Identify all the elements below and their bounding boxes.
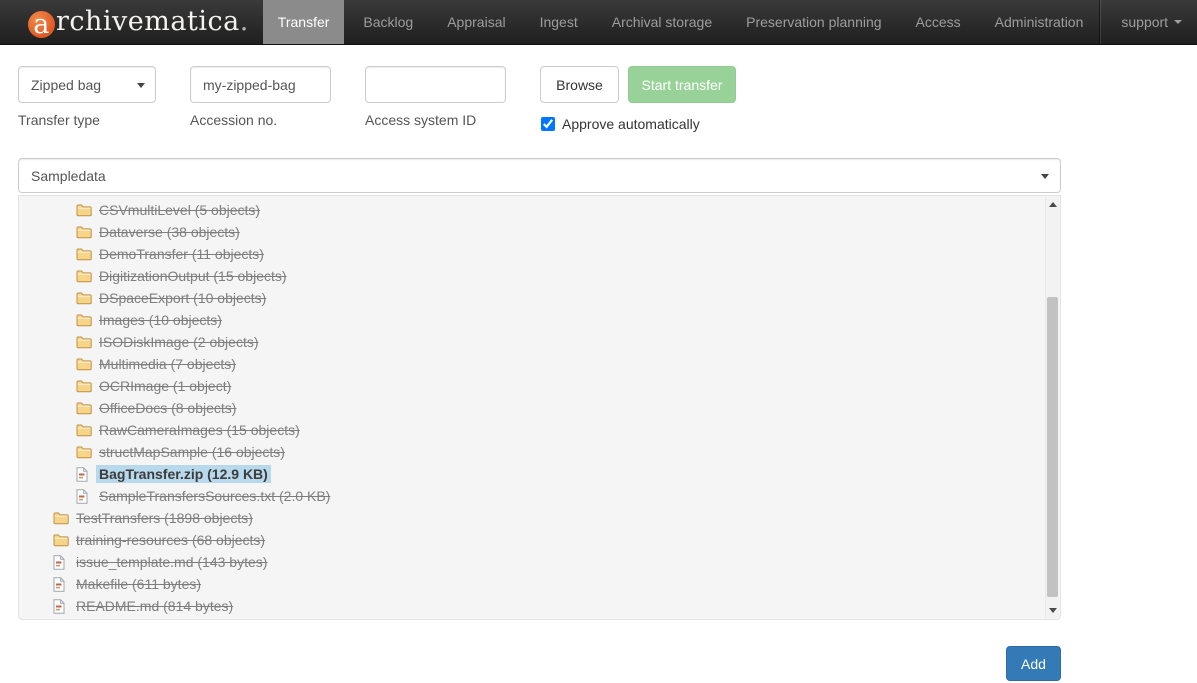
approve-automatically-checkbox[interactable] xyxy=(541,117,555,131)
tree-item-label[interactable]: DigitizationOutput (15 objects) xyxy=(96,267,290,285)
brand-text: archivematica. xyxy=(28,6,249,38)
tree-item[interactable]: ISODiskImage (2 objects) xyxy=(19,331,1060,353)
access-id-column: Access system ID xyxy=(365,66,506,128)
transfer-type-label: Transfer type xyxy=(18,112,156,128)
scrollbar-thumb[interactable] xyxy=(1047,297,1058,597)
file-icon xyxy=(76,489,93,504)
tree-item[interactable]: training-resources (68 objects) xyxy=(19,529,1060,551)
chevron-down-icon xyxy=(1174,20,1182,24)
tree-item[interactable]: issue_template.md (143 bytes) xyxy=(19,551,1060,573)
file-icon xyxy=(53,599,70,614)
folder-icon xyxy=(76,291,93,305)
tree-item-label[interactable]: ISODiskImage (2 objects) xyxy=(96,333,262,351)
tree-item-label[interactable]: BagTransfer.zip (12.9 KB) xyxy=(96,465,271,483)
nav-item-access[interactable]: Access xyxy=(901,0,976,44)
folder-icon xyxy=(53,533,70,547)
actions-column: Browse Start transfer Approve automatica… xyxy=(540,66,736,132)
folder-icon xyxy=(76,313,93,327)
accession-input[interactable] xyxy=(190,66,331,103)
tree-item-label[interactable]: DemoTransfer (11 objects) xyxy=(96,245,267,263)
file-icon xyxy=(53,577,70,592)
folder-icon xyxy=(76,401,93,415)
tree-item-label[interactable]: structMapSample (16 objects) xyxy=(96,443,288,461)
transfer-type-select[interactable]: Zipped bag xyxy=(18,66,156,103)
tree-item[interactable]: SampleTransfersSources.txt (2.0 KB) xyxy=(19,485,1060,507)
add-button[interactable]: Add xyxy=(1006,646,1061,681)
folder-icon xyxy=(76,247,93,261)
top-navbar: archivematica. TransferBacklogAppraisalI… xyxy=(0,0,1197,45)
tree-item-label[interactable]: OCRImage (1 object) xyxy=(96,377,234,395)
archivematica-logo[interactable]: archivematica. xyxy=(0,0,261,44)
tree-item-label[interactable]: OfficeDocs (8 objects) xyxy=(96,399,239,417)
brand-dot: . xyxy=(240,6,249,37)
tree-item-label[interactable]: TestTransfers (1898 objects) xyxy=(73,509,256,527)
tree-item[interactable]: OCRImage (1 object) xyxy=(19,375,1060,397)
brand-rest: rchivematica xyxy=(56,6,240,37)
tree-item[interactable]: RawCameraImages (15 objects) xyxy=(19,419,1060,441)
tree-item-label[interactable]: training-resources (68 objects) xyxy=(73,531,268,549)
file-browser-panel: CSVmultiLevel (5 objects) Dataverse (38 o… xyxy=(18,195,1061,620)
browse-button[interactable]: Browse xyxy=(540,66,619,103)
folder-icon xyxy=(76,379,93,393)
folder-icon xyxy=(76,423,93,437)
folder-icon xyxy=(76,203,93,217)
tree-item[interactable]: Makefile (611 bytes) xyxy=(19,573,1060,595)
tree-item-label[interactable]: DSpaceExport (10 objects) xyxy=(96,289,269,307)
tree-item[interactable]: README.md (814 bytes) xyxy=(19,595,1060,617)
scroll-down-arrow-icon[interactable] xyxy=(1046,603,1060,618)
tree-item-label[interactable]: SampleTransfersSources.txt (2.0 KB) xyxy=(96,487,333,505)
folder-icon xyxy=(76,357,93,371)
nav-item-administration[interactable]: Administration xyxy=(980,0,1099,44)
tree-item-label[interactable]: CSVmultiLevel (5 objects) xyxy=(96,201,263,219)
tree-item[interactable]: structMapSample (16 objects) xyxy=(19,441,1060,463)
accession-column: Accession no. xyxy=(190,66,331,128)
folder-icon xyxy=(53,511,70,525)
tree-item[interactable]: Multimedia (7 objects) xyxy=(19,353,1060,375)
tree-item-label[interactable]: Makefile (611 bytes) xyxy=(73,575,204,593)
source-location-select[interactable]: Sampledata xyxy=(18,158,1061,193)
scroll-up-arrow-icon[interactable] xyxy=(1046,197,1060,212)
nav-item-preservation-planning[interactable]: Preservation planning xyxy=(731,0,896,44)
tree-item[interactable]: DigitizationOutput (15 objects) xyxy=(19,265,1060,287)
folder-icon xyxy=(76,225,93,239)
brand-accent-letter: a xyxy=(28,11,55,38)
tree-item[interactable]: TestTransfers (1898 objects) xyxy=(19,507,1060,529)
tree-item-label[interactable]: issue_template.md (143 bytes) xyxy=(73,553,270,571)
tree-item-label[interactable]: RawCameraImages (15 objects) xyxy=(96,421,303,439)
nav-item-backlog[interactable]: Backlog xyxy=(348,0,428,44)
tree-item[interactable]: Dataverse (38 objects) xyxy=(19,221,1060,243)
folder-icon xyxy=(76,445,93,459)
tree-item[interactable]: Images (10 objects) xyxy=(19,309,1060,331)
tree-item-label[interactable]: Dataverse (38 objects) xyxy=(96,223,243,241)
approve-automatically-label: Approve automatically xyxy=(562,116,700,132)
access-system-id-input[interactable] xyxy=(365,66,506,103)
support-menu[interactable]: support xyxy=(1100,0,1197,44)
tree-item[interactable]: OfficeDocs (8 objects) xyxy=(19,397,1060,419)
tree-item[interactable]: DemoTransfer (11 objects) xyxy=(19,243,1060,265)
support-label: support xyxy=(1121,14,1168,30)
tree-item[interactable]: DSpaceExport (10 objects) xyxy=(19,287,1060,309)
start-transfer-button[interactable]: Start transfer xyxy=(628,66,736,103)
transfer-type-column: Zipped bag Transfer type xyxy=(18,66,156,128)
tree-item-label[interactable]: Images (10 objects) xyxy=(96,311,225,329)
source-location-wrap: Sampledata xyxy=(18,158,1061,193)
folder-icon xyxy=(76,335,93,349)
nav-item-ingest[interactable]: Ingest xyxy=(525,0,593,44)
file-tree: CSVmultiLevel (5 objects) Dataverse (38 o… xyxy=(19,199,1060,617)
access-system-id-label: Access system ID xyxy=(365,112,506,128)
transfer-form: Zipped bag Transfer type Accession no. A… xyxy=(18,66,770,132)
tree-item[interactable]: CSVmultiLevel (5 objects) xyxy=(19,199,1060,221)
tree-item-label[interactable]: README.md (814 bytes) xyxy=(73,597,236,615)
file-icon xyxy=(53,555,70,570)
tree-item-label[interactable]: Multimedia (7 objects) xyxy=(96,355,239,373)
nav-item-archival-storage[interactable]: Archival storage xyxy=(597,0,727,44)
folder-icon xyxy=(76,269,93,283)
nav-item-transfer[interactable]: Transfer xyxy=(263,0,345,44)
accession-label: Accession no. xyxy=(190,112,331,128)
tree-item[interactable]: BagTransfer.zip (12.9 KB) xyxy=(19,463,1060,485)
nav-item-appraisal[interactable]: Appraisal xyxy=(432,0,520,44)
main-nav: TransferBacklogAppraisalIngestArchival s… xyxy=(261,0,1101,44)
file-icon xyxy=(76,467,93,482)
tree-scrollbar[interactable] xyxy=(1045,197,1059,618)
